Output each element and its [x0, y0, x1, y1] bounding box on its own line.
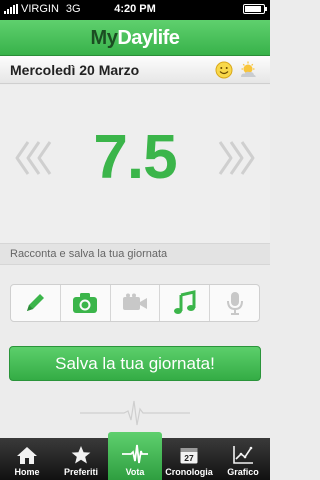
pencil-button[interactable] [11, 285, 61, 321]
video-button[interactable] [111, 285, 161, 321]
increase-chevron-icon[interactable] [216, 140, 256, 176]
camera-icon [73, 293, 98, 313]
microphone-icon [226, 292, 243, 315]
tab-preferiti-label: Preferiti [63, 467, 98, 477]
app-header: MyDaylife [0, 20, 270, 56]
section-caption: Racconta e salva la tua giornata [0, 243, 270, 265]
pulse-icon [122, 444, 148, 464]
media-toolbar [10, 284, 260, 322]
tab-grafico[interactable]: Grafico [216, 438, 270, 480]
battery-icon [243, 4, 267, 14]
status-bar: VIRGIN 3G 4:20 PM [0, 0, 270, 20]
status-time: 4:20 PM [114, 3, 156, 15]
star-icon [71, 446, 91, 464]
music-icon [173, 290, 196, 314]
date-label: Mercoledì 20 Marzo [10, 62, 140, 78]
smiley-icon[interactable] [214, 60, 234, 80]
logo-daylife: Daylife [117, 27, 180, 49]
heartbeat-decoration-icon [80, 400, 190, 426]
tab-grafico-label: Grafico [227, 467, 259, 477]
calendar-day-number: 27 [184, 453, 194, 463]
pencil-icon [27, 294, 45, 311]
camera-button[interactable] [61, 285, 111, 321]
tab-vota-label: Vota [125, 467, 145, 477]
battery-fill [245, 6, 262, 12]
weather-icon[interactable] [238, 60, 258, 80]
tab-home[interactable]: Home [0, 438, 54, 480]
status-right [243, 4, 267, 14]
tab-home-label: Home [14, 467, 40, 477]
calendar-icon: 27 [180, 448, 198, 464]
date-bar: Mercoledì 20 Marzo [0, 56, 270, 84]
chart-icon [233, 446, 253, 464]
logo-my: My [90, 27, 118, 49]
tab-bar: Home Preferiti Vota 27 Cronologia Grafic… [0, 432, 270, 480]
music-button[interactable] [160, 285, 211, 321]
tab-vota[interactable]: Vota [108, 432, 162, 480]
tab-cronologia[interactable]: 27 Cronologia [162, 438, 216, 480]
microphone-button[interactable] [210, 285, 259, 321]
tab-preferiti[interactable]: Preferiti [54, 438, 108, 480]
home-icon [17, 447, 37, 464]
tab-cronologia-label: Cronologia [165, 467, 213, 477]
save-day-button[interactable]: Salva la tua giornata! [9, 346, 261, 381]
app-logo: MyDaylife [91, 27, 180, 49]
video-icon [122, 293, 147, 310]
